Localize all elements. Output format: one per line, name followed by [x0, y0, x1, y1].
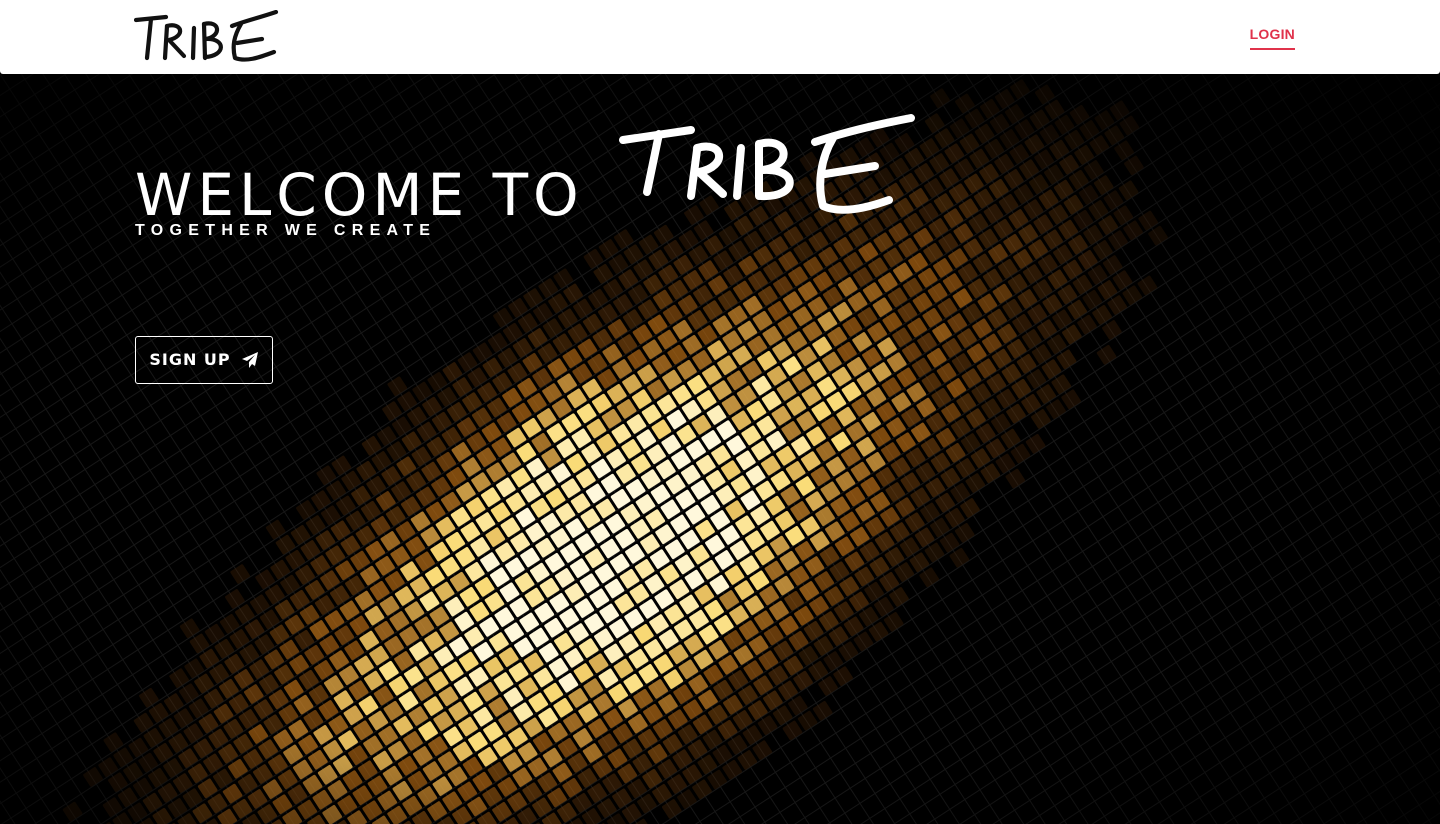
page: LOGIN WELCOME TO TOGETHER WE CREATE SIGN…	[0, 0, 1440, 824]
signup-button-label: SIGN UP	[149, 350, 231, 369]
hero-section: WELCOME TO TOGETHER WE CREATE SIGN UP	[0, 74, 1440, 824]
tribe-logo-wordmark	[134, 10, 279, 62]
brand-logo[interactable]	[134, 10, 284, 68]
tribe-heading-wordmark	[619, 114, 915, 214]
login-link[interactable]: LOGIN	[1249, 26, 1295, 50]
paper-plane-icon	[241, 352, 258, 368]
signup-button[interactable]: SIGN UP	[135, 336, 273, 384]
top-navbar: LOGIN	[0, 0, 1440, 74]
hero-heading: WELCOME TO	[135, 114, 935, 224]
welcome-heading-text: WELCOME TO	[135, 161, 584, 229]
hero-tagline: TOGETHER WE CREATE	[135, 222, 437, 239]
hero-content: WELCOME TO TOGETHER WE CREATE SIGN UP	[135, 114, 935, 384]
